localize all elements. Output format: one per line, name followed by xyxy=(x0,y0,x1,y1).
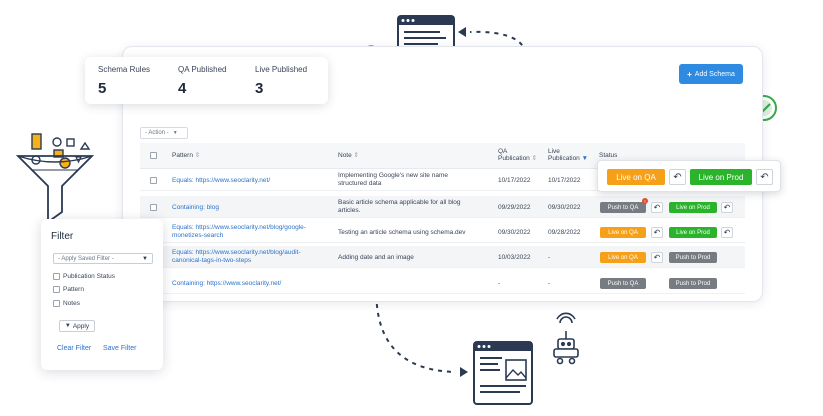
action-select-value: - Action - xyxy=(145,130,169,136)
qa-date: 09/30/2022 xyxy=(498,229,531,236)
col-live-publication[interactable]: Live Publication ▼ xyxy=(548,148,588,162)
col-label: Note xyxy=(338,152,352,159)
saved-filter-value: - Apply Saved Filter - xyxy=(58,255,114,262)
undo-icon[interactable]: ↶ xyxy=(651,252,663,263)
document-image-icon-bottom xyxy=(473,341,533,405)
action-select[interactable]: - Action - ▼ xyxy=(140,127,188,139)
robot-icon-bottom xyxy=(553,312,579,365)
push-to-prod-button[interactable]: Push to Prod xyxy=(669,278,717,289)
sort-desc-icon: ▼ xyxy=(581,155,589,162)
filter-option-notes[interactable]: Notes xyxy=(53,300,80,307)
live-on-qa-button[interactable]: Live on QA xyxy=(600,252,646,263)
table-row: Containing: blog Basic article schema ap… xyxy=(140,196,745,218)
filter-panel: Filter - Apply Saved Filter - ▼ Publicat… xyxy=(41,219,163,370)
live-on-qa-button[interactable]: Live on QA xyxy=(607,169,665,185)
live-on-qa-button[interactable]: Live on QA xyxy=(600,227,646,238)
filter-title: Filter xyxy=(51,231,74,242)
stat-live-published: Live Published 3 xyxy=(255,65,307,97)
col-label: Live xyxy=(548,148,560,155)
stat-value: 3 xyxy=(255,80,264,97)
qa-date: - xyxy=(498,280,501,287)
pattern-link[interactable]: Equals: https://www.seoclarity.net/blog/… xyxy=(172,224,306,239)
checkbox[interactable] xyxy=(53,300,60,307)
apply-label: Apply xyxy=(72,322,90,330)
row-checkbox[interactable] xyxy=(150,177,157,184)
undo-icon[interactable]: ↶ xyxy=(756,169,773,185)
live-on-prod-button[interactable]: Live on Prod xyxy=(669,202,717,213)
live-date: 09/30/2022 xyxy=(548,204,581,211)
chevron-down-icon: ▼ xyxy=(172,130,178,136)
filter-option-pattern[interactable]: Pattern xyxy=(53,286,84,293)
col-label: Pattern xyxy=(172,152,193,159)
live-on-prod-button[interactable]: Live on Prod xyxy=(669,227,717,238)
note-text: Implementing Google's new site name struc… xyxy=(338,172,448,187)
sort-icon: ⇕ xyxy=(353,152,359,159)
push-to-prod-button[interactable]: Push to Prod xyxy=(669,252,717,263)
col-note[interactable]: Note ⇕ xyxy=(338,152,359,159)
undo-icon[interactable]: ↶ xyxy=(651,227,663,238)
stat-value: 4 xyxy=(178,80,187,97)
qa-date: 09/29/2022 xyxy=(498,204,531,211)
add-schema-button[interactable]: + Add Schema xyxy=(679,64,743,84)
table-row: Equals: https://www.seoclarity.net/blog/… xyxy=(140,221,745,243)
pattern-link[interactable]: Equals: https://www.seoclarity.net/ xyxy=(172,177,270,185)
col-label: Publication xyxy=(548,155,580,162)
undo-icon[interactable]: ↶ xyxy=(669,169,686,185)
select-all-checkbox[interactable] xyxy=(150,152,157,159)
live-date: 10/17/2022 xyxy=(548,177,581,184)
qa-date: 10/03/2022 xyxy=(498,254,531,261)
pattern-link[interactable]: Containing: https://www.seoclarity.net/ xyxy=(172,280,281,288)
checkbox[interactable] xyxy=(53,273,60,280)
live-date: 09/28/2022 xyxy=(548,229,581,236)
funnel-icon xyxy=(15,133,95,224)
col-pattern[interactable]: Pattern ⇕ xyxy=(172,152,200,159)
stat-schema-rules: Schema Rules 5 xyxy=(98,65,150,97)
saved-filter-select[interactable]: - Apply Saved Filter - ▼ xyxy=(53,253,153,264)
pattern-link[interactable]: Equals: https://www.seoclarity.net/blog/… xyxy=(172,249,301,264)
live-on-prod-button[interactable]: Live on Prod xyxy=(690,169,752,185)
warning-badge: ! xyxy=(642,198,648,204)
push-to-qa-button[interactable]: Push to QA xyxy=(600,278,646,289)
stat-label: Live Published xyxy=(255,65,308,74)
plus-icon: + xyxy=(687,69,692,79)
stat-qa-published: QA Published 4 xyxy=(178,65,226,97)
col-label: Publication xyxy=(498,155,530,162)
note-text: Basic article schema applicable for all … xyxy=(338,199,461,214)
qa-date: 10/17/2022 xyxy=(498,177,531,184)
col-qa-publication[interactable]: QA Publication ⇕ xyxy=(498,148,537,162)
row-checkbox[interactable] xyxy=(150,204,157,211)
add-schema-label: Add Schema xyxy=(694,70,735,78)
sort-icon: ⇕ xyxy=(194,152,201,159)
clear-filter-link[interactable]: Clear Filter xyxy=(57,345,91,352)
table-row: Equals: https://www.seoclarity.net/blog/… xyxy=(140,246,745,268)
col-label: QA xyxy=(498,148,508,155)
filter-icon: ▼ xyxy=(64,323,71,329)
col-status: Status xyxy=(599,152,618,159)
note-text: Adding date and an image xyxy=(338,254,414,261)
filter-option-label: Pattern xyxy=(63,286,84,293)
stat-value: 5 xyxy=(98,80,107,97)
apply-button[interactable]: ▼ Apply xyxy=(59,320,95,332)
checkbox[interactable] xyxy=(53,286,60,293)
pattern-link[interactable]: Containing: blog xyxy=(172,204,219,212)
sort-icon: ⇕ xyxy=(531,155,538,162)
live-date: - xyxy=(548,254,551,261)
save-filter-link[interactable]: Save Filter xyxy=(103,345,136,352)
undo-icon[interactable]: ↶ xyxy=(721,227,733,238)
note-text: Testing an article schema using schema.d… xyxy=(338,229,466,236)
undo-icon[interactable]: ↶ xyxy=(651,202,663,213)
push-to-qa-button[interactable]: Push to QA xyxy=(600,202,646,213)
stat-label: Schema Rules xyxy=(98,65,151,74)
table-row: Containing: https://www.seoclarity.net/ … xyxy=(140,272,745,294)
chevron-down-icon: ▼ xyxy=(142,255,148,262)
filter-option-label: Notes xyxy=(63,300,80,307)
undo-icon[interactable]: ↶ xyxy=(721,202,733,213)
filter-option-publication-status[interactable]: Publication Status xyxy=(53,273,115,280)
status-callout: Live on QA ↶ Live on Prod ↶ xyxy=(597,160,781,192)
filter-option-label: Publication Status xyxy=(63,273,116,280)
stats-card: Schema Rules 5 QA Published 4 Live Publi… xyxy=(85,57,328,104)
stat-label: QA Published xyxy=(178,65,227,74)
live-date: - xyxy=(548,280,551,287)
